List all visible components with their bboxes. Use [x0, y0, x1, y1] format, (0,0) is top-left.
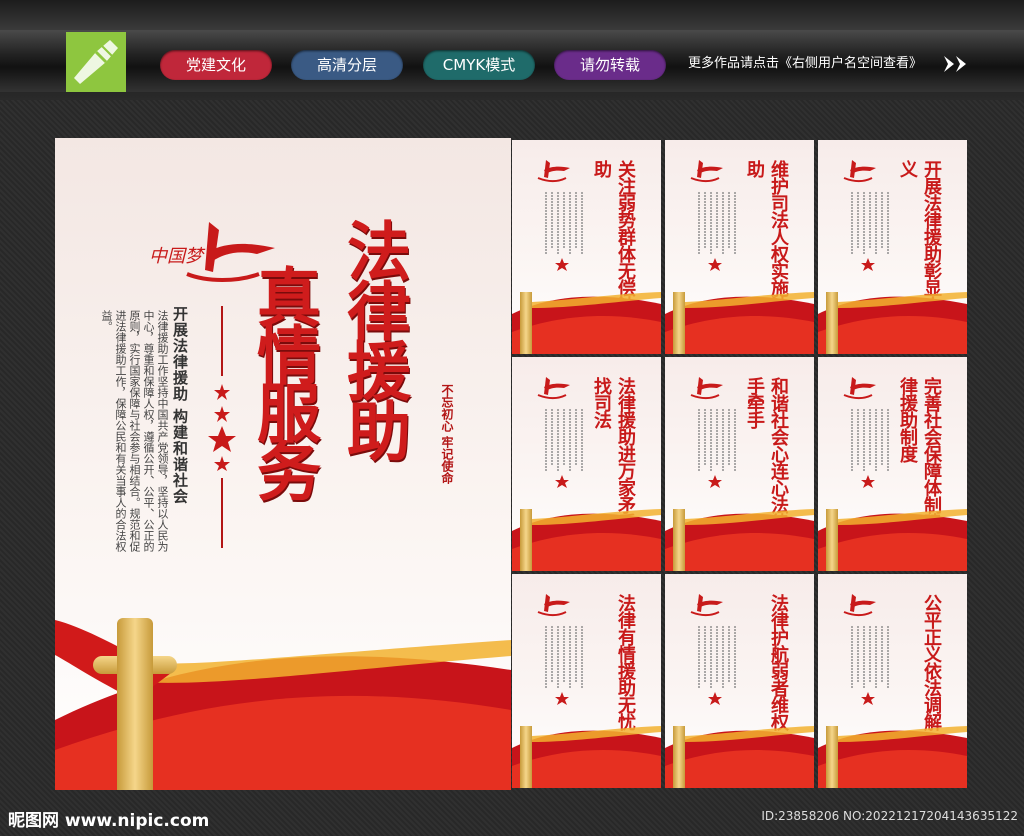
body-text-lines — [851, 626, 889, 705]
panel-title: 公平正义依法调解 — [921, 594, 942, 730]
footer-image-id: ID:23858206 NO:20221217204143635122 — [761, 809, 1018, 823]
red-ribbon-wave-small — [818, 509, 967, 571]
china-dream-logo-small — [843, 160, 876, 182]
body-text-lines — [698, 626, 736, 705]
body-text-lines — [545, 626, 583, 705]
tag-hd-layers[interactable]: 高清分层 — [291, 50, 403, 80]
tag-party-culture[interactable]: 党建文化 — [160, 50, 272, 80]
poster-panel[interactable]: 法律有情援助无忧 — [512, 574, 661, 788]
divider-line-top — [221, 306, 223, 376]
china-dream-logo-small — [843, 377, 876, 399]
huabiao-pillar-small — [826, 726, 838, 788]
huabiao-pillar-small — [826, 292, 838, 354]
tag-cmyk-mode[interactable]: CMYK模式 — [423, 50, 535, 80]
main-subtitle: 开展法律援助 构建和谐社会 — [171, 306, 189, 505]
body-text-lines — [851, 409, 889, 488]
poster-panel[interactable]: 开展法律援助彰显人间正义 — [818, 140, 967, 354]
main-title-line1: 法律援助 — [336, 218, 411, 458]
red-ribbon-wave-small — [665, 292, 814, 354]
huabiao-pillar-small — [826, 509, 838, 571]
huabiao-pillar-small — [520, 509, 532, 571]
poster-panel[interactable]: 法律援助进万家矛盾化解找司法 — [512, 357, 661, 571]
body-text-lines — [698, 192, 736, 271]
main-poster: 中国梦 法律援助 真情服务 开展法律援助 构建和谐社会 法律援助工作坚持中国共产… — [55, 138, 511, 790]
china-dream-logo-small — [690, 160, 723, 182]
red-ribbon-wave-small — [665, 726, 814, 788]
red-ribbon-wave-small — [665, 509, 814, 571]
star-decoration-icon — [208, 384, 236, 471]
site-logo-icon[interactable] — [66, 32, 126, 92]
red-ribbon-wave-small — [818, 292, 967, 354]
more-works-link[interactable]: 更多作品请点击《右侧用户名空间查看》 — [688, 54, 922, 74]
china-dream-logo-small — [537, 377, 570, 399]
poster-panel[interactable]: 完善社会保障体制建立法律援助制度 — [818, 357, 967, 571]
huabiao-pillar-small — [673, 726, 685, 788]
china-dream-logo-small — [690, 594, 723, 616]
poster-panel[interactable]: 法律护航弱者维权 — [665, 574, 814, 788]
china-dream-logo-small — [537, 160, 570, 182]
poster-panel[interactable]: 关注弱势群体无偿法律援助 — [512, 140, 661, 354]
huabiao-pillar-small — [520, 292, 532, 354]
body-text-lines — [851, 192, 889, 271]
footer-site-logo[interactable]: 昵图网 www.nipic.com — [8, 806, 209, 831]
body-text-lines — [545, 409, 583, 488]
huabiao-pillar-small — [520, 726, 532, 788]
red-ribbon-wave-small — [818, 726, 967, 788]
huabiao-pillar-small — [673, 292, 685, 354]
huabiao-pillar-small — [673, 509, 685, 571]
huabiao-pillar — [117, 618, 153, 790]
poster-panel[interactable]: 公平正义依法调解 — [818, 574, 967, 788]
poster-panel[interactable]: 维护司法人权实施法律援助 — [665, 140, 814, 354]
main-body-text: 法律援助工作坚持中国共产党领导，坚持以人民为中心，尊重和保障人权，遵循公开、公平… — [100, 310, 169, 552]
main-title-line2: 真情服务 — [246, 264, 321, 496]
tag-no-repost[interactable]: 请勿转载 — [554, 50, 666, 80]
poster-panel[interactable]: 和谐社会心连心法律援助手牵手 — [665, 357, 814, 571]
body-text-lines — [698, 409, 736, 488]
double-arrow-right-icon[interactable] — [942, 54, 970, 74]
panel-title: 法律护航弱者维权 — [768, 594, 789, 730]
red-ribbon-wave-small — [512, 509, 661, 571]
logo-text: 中国梦 — [149, 246, 206, 267]
china-dream-logo-small — [690, 377, 723, 399]
china-dream-logo-small — [537, 594, 570, 616]
body-text-lines — [545, 192, 583, 271]
divider-line-bottom — [221, 478, 223, 548]
red-ribbon-wave-small — [512, 292, 661, 354]
panel-title: 法律有情援助无忧 — [615, 594, 636, 730]
slogan-text: 不忘初心 牢记使命 — [440, 384, 454, 485]
red-ribbon-wave-small — [512, 726, 661, 788]
china-dream-logo-small — [843, 594, 876, 616]
